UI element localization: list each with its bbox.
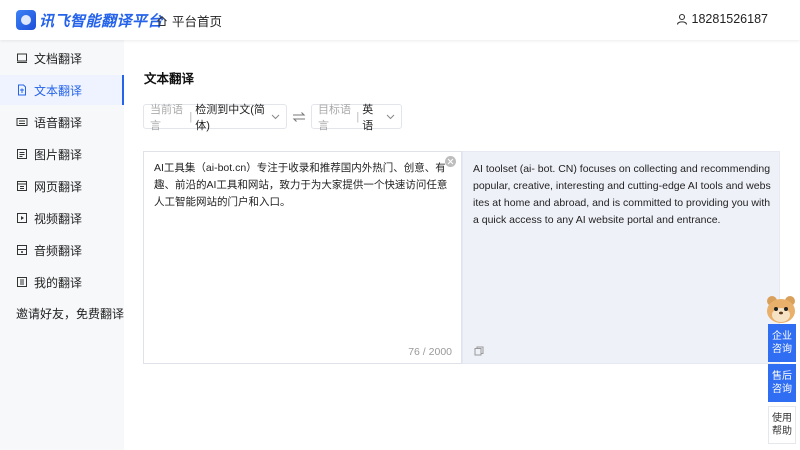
aftersale-consult-label-1: 售后 (772, 371, 792, 382)
target-language-hint: 目标语言 (318, 103, 351, 132)
source-text[interactable]: AI工具集（ai-bot.cn）专注于收录和推荐国内外热门、创意、有趣、前沿的A… (154, 160, 450, 211)
document-icon (16, 52, 28, 64)
user-icon (676, 13, 687, 25)
sidebar-item-image[interactable]: 图片翻译 (0, 139, 124, 169)
sidebar-item-document[interactable]: 文档翻译 (0, 43, 124, 73)
home-icon (157, 15, 167, 26)
sidebar-item-label: 语音翻译 (34, 115, 83, 130)
source-text-area[interactable]: AI工具集（ai-bot.cn）专注于收录和推荐国内外热门、创意、有趣、前沿的A… (143, 151, 462, 364)
character-counter: 76 / 2000 (408, 346, 452, 358)
enterprise-consult-label-2: 咨询 (772, 344, 792, 355)
home-link-label: 平台首页 (172, 15, 223, 29)
target-language-value: 英语 (362, 103, 374, 132)
page-title: 文本翻译 (144, 72, 195, 86)
chevron-down-icon (386, 112, 395, 121)
sidebar-item-label: 我的翻译 (34, 275, 83, 290)
invite-friends-link[interactable]: 邀请好友，免费翻译 (16, 305, 124, 322)
help-label-1: 使用 (772, 413, 792, 424)
aftersale-consult-button[interactable]: 售后 咨询 (768, 364, 796, 402)
sidebar-item-label: 网页翻译 (34, 179, 83, 194)
enterprise-consult-button[interactable]: 企业 咨询 (768, 324, 796, 362)
user-phone: 18281526187 (691, 12, 768, 26)
sidebar-item-label: 文本翻译 (34, 83, 83, 98)
sidebar-item-audio[interactable]: 音频翻译 (0, 235, 124, 265)
audio-icon (16, 244, 28, 256)
logo-text: 讯飞智能翻译平台 (39, 12, 164, 30)
logo[interactable]: 讯飞智能翻译平台 (16, 9, 163, 31)
divider: | (189, 110, 193, 123)
sidebar-item-speech[interactable]: 语音翻译 (0, 107, 124, 137)
translation-text: AI toolset (ai- bot. CN) focuses on coll… (473, 163, 771, 226)
enterprise-consult-label-1: 企业 (772, 331, 792, 342)
sidebar-item-my-translation[interactable]: 我的翻译 (0, 267, 124, 297)
help-label-2: 帮助 (772, 426, 792, 437)
divider: | (356, 110, 360, 123)
target-language-select[interactable]: 目标语言 | 英语 (311, 104, 402, 132)
text-file-icon (16, 84, 28, 96)
copy-icon[interactable] (474, 346, 484, 356)
sidebar: 文档翻译 文本翻译 语音翻译 图片翻译 网页翻译 视频翻译 音频翻译 我的翻译 … (0, 40, 124, 450)
home-link[interactable]: 平台首页 (156, 11, 222, 30)
keyboard-icon (16, 116, 28, 128)
source-language-value: 检测到中文(简体) (195, 103, 265, 132)
aftersale-consult-label-2: 咨询 (772, 384, 792, 395)
clear-icon[interactable] (445, 156, 456, 167)
sidebar-item-label: 文档翻译 (34, 51, 83, 66)
swap-languages-icon[interactable] (292, 110, 306, 124)
source-language-select[interactable]: 当前语言 | 检测到中文(简体) (143, 104, 287, 132)
mascot-icon (767, 296, 795, 323)
sidebar-item-video[interactable]: 视频翻译 (0, 203, 124, 233)
translation-result-area: AI toolset (ai- bot. CN) focuses on coll… (462, 151, 780, 364)
my-translation-icon (16, 276, 28, 288)
sidebar-item-label: 图片翻译 (34, 147, 83, 162)
webpage-icon (16, 180, 28, 192)
top-header: 讯飞智能翻译平台 平台首页 18281526187 (0, 0, 800, 40)
sidebar-item-label: 视频翻译 (34, 211, 83, 226)
chevron-down-icon (271, 112, 280, 121)
logo-icon (16, 10, 36, 30)
help-button[interactable]: 使用 帮助 (768, 406, 796, 444)
user-account[interactable]: 18281526187 (676, 12, 768, 26)
sidebar-item-text[interactable]: 文本翻译 (0, 75, 124, 105)
sidebar-item-webpage[interactable]: 网页翻译 (0, 171, 124, 201)
video-icon (16, 212, 28, 224)
sidebar-item-label: 音频翻译 (34, 243, 83, 258)
source-language-hint: 当前语言 (150, 103, 183, 132)
image-icon (16, 148, 28, 160)
